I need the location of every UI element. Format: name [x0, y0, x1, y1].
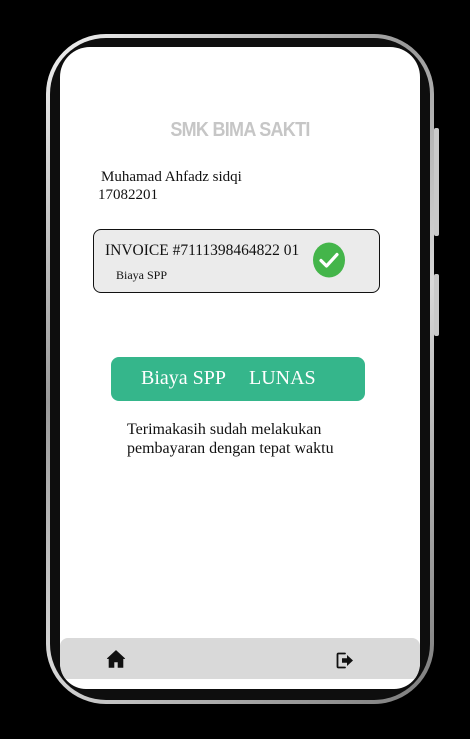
- phone-screen: SMK BIMA SAKTI Muhamad Ahfadz sidqi 1708…: [60, 47, 420, 689]
- banner-status: LUNAS: [249, 367, 316, 389]
- home-icon[interactable]: [106, 649, 126, 669]
- check-circle-icon: [313, 242, 345, 278]
- invoice-card[interactable]: INVOICE #7111398464822 01 Biaya SPP: [93, 229, 380, 293]
- volume-button: [434, 128, 439, 236]
- thank-you-message: Terimakasih sudah melakukan pembayaran d…: [127, 420, 367, 458]
- school-title: SMK BIMA SAKTI: [170, 119, 310, 141]
- banner-label: Biaya SPP: [141, 367, 227, 389]
- student-id: 17082201: [98, 187, 158, 203]
- logout-icon[interactable]: [336, 652, 354, 669]
- thank-you-line-2: pembayaran dengan tepat waktu: [127, 440, 334, 457]
- thank-you-line-1: Terimakasih sudah melakukan: [127, 421, 322, 438]
- bottom-nav: [60, 638, 420, 679]
- power-button: [434, 274, 439, 336]
- invoice-description: Biaya SPP: [116, 268, 168, 282]
- student-name: Muhamad Ahfadz sidqi: [101, 169, 242, 185]
- payment-status-banner: Biaya SPP LUNAS: [111, 357, 365, 401]
- invoice-number: INVOICE #7111398464822 01: [105, 242, 300, 259]
